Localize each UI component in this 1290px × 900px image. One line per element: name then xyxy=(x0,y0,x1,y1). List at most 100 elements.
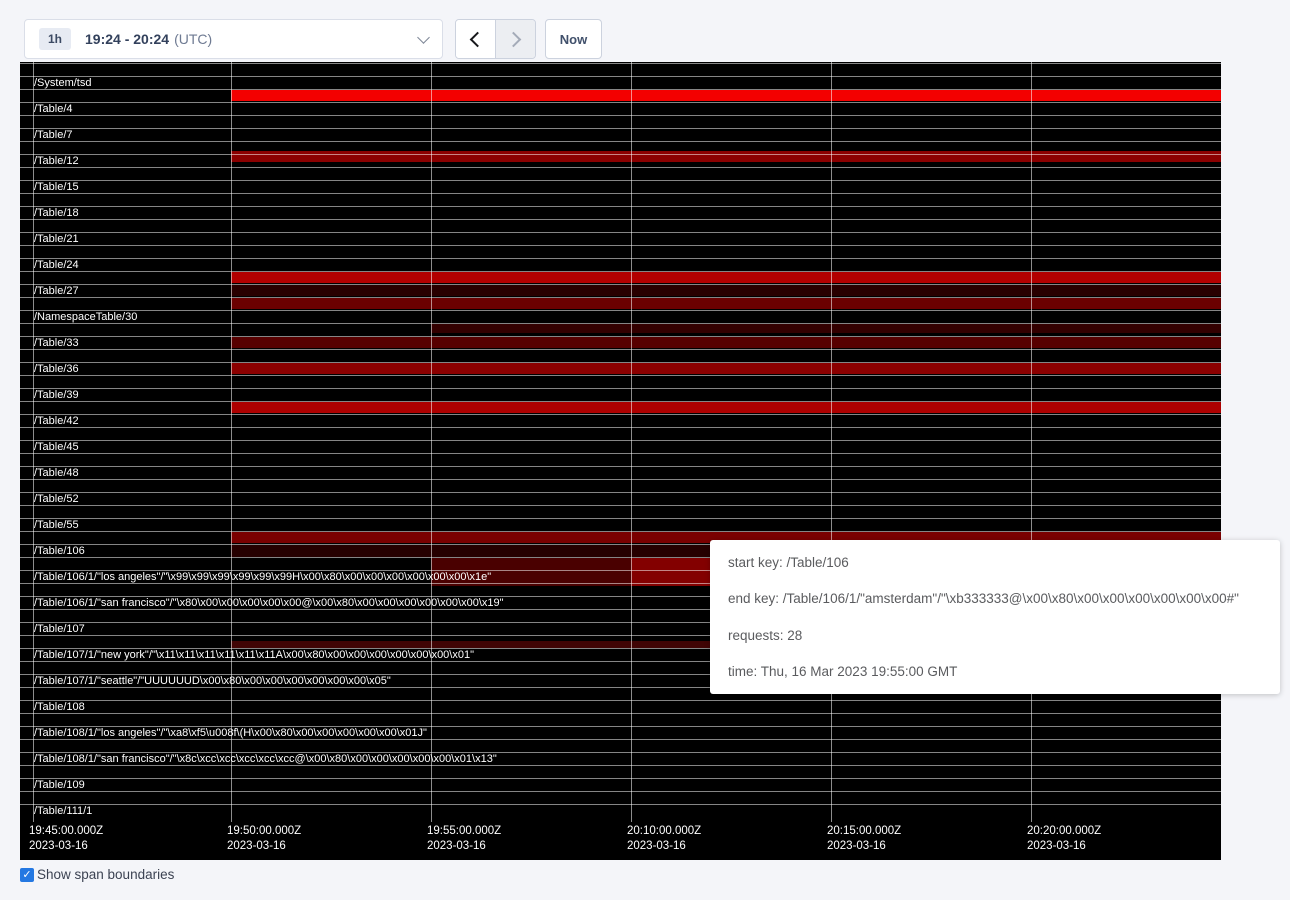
span-boundary-line xyxy=(20,245,1221,246)
axis-tick-label: 20:15:00.000Z2023-03-16 xyxy=(827,824,901,854)
row-label: /Table/27 xyxy=(34,284,79,297)
row-label: /Table/107 xyxy=(34,622,85,635)
tooltip-requests: requests: 28 xyxy=(728,628,1262,643)
heat-band[interactable] xyxy=(431,324,1221,333)
time-range-selector[interactable]: 1h 19:24 - 20:24 (UTC) xyxy=(24,19,443,59)
prev-range-button[interactable] xyxy=(456,20,496,58)
time-gridline xyxy=(431,62,432,822)
row-label: /Table/108/1/"los angeles"/"\xa8\xf5\u00… xyxy=(34,726,427,739)
row-label: /Table/106/1/"san francisco"/"\x80\x00\x… xyxy=(34,596,504,609)
span-boundary-line xyxy=(20,258,1221,259)
span-boundary-line xyxy=(20,128,1221,129)
next-range-button-disabled[interactable] xyxy=(496,20,535,58)
span-boundary-line xyxy=(20,232,1221,233)
axis-tick-label: 20:10:00.000Z2023-03-16 xyxy=(627,824,701,854)
heat-band[interactable] xyxy=(231,363,1221,374)
time-gridline xyxy=(1031,62,1032,822)
chevron-right-icon xyxy=(506,31,522,47)
span-boundary-line xyxy=(20,115,1221,116)
row-label: /Table/45 xyxy=(34,440,79,453)
axis-tick-label: 19:45:00.000Z2023-03-16 xyxy=(29,824,103,854)
span-boundary-line xyxy=(20,492,1221,493)
chevron-left-icon xyxy=(470,31,486,47)
tooltip-time: time: Thu, 16 Mar 2023 19:55:00 GMT xyxy=(728,664,1262,679)
span-boundary-line xyxy=(20,453,1221,454)
span-boundary-line xyxy=(20,89,1221,90)
span-boundary-line xyxy=(20,206,1221,207)
row-label: /Table/33 xyxy=(34,336,79,349)
row-label: /Table/52 xyxy=(34,492,79,505)
span-boundary-line xyxy=(20,349,1221,350)
row-label: /Table/48 xyxy=(34,466,79,479)
row-label: /Table/107/1/"seattle"/"UUUUUUD\x00\x80\… xyxy=(34,674,391,687)
row-label: /Table/111/1 xyxy=(34,804,92,817)
check-icon: ✓ xyxy=(22,869,31,881)
row-label: /Table/42 xyxy=(34,414,79,427)
span-boundary-line xyxy=(20,466,1221,467)
time-gridline xyxy=(631,62,632,822)
row-label: /Table/39 xyxy=(34,388,79,401)
range-label: 19:24 - 20:24 xyxy=(85,31,169,47)
span-boundary-line xyxy=(20,336,1221,337)
span-boundary-line xyxy=(20,271,1221,272)
span-boundary-line xyxy=(20,193,1221,194)
row-label: /Table/106 xyxy=(34,544,85,557)
range-nav-group xyxy=(455,19,536,59)
span-boundary-line xyxy=(20,63,1221,64)
span-boundary-line xyxy=(20,219,1221,220)
heat-band[interactable] xyxy=(231,402,1221,413)
axis-tick-label: 19:55:00.000Z2023-03-16 xyxy=(427,824,501,854)
span-boundary-line xyxy=(20,297,1221,298)
range-duration-badge: 1h xyxy=(39,28,71,50)
row-label: /Table/55 xyxy=(34,518,79,531)
heat-band[interactable] xyxy=(231,90,1221,101)
span-boundary-line xyxy=(20,141,1221,142)
key-visualizer-heatmap[interactable]: /System/tsd/Table/4/Table/7/Table/12/Tab… xyxy=(20,62,1221,860)
now-button[interactable]: Now xyxy=(545,19,602,59)
span-boundary-line xyxy=(20,284,1221,285)
span-boundary-line xyxy=(20,154,1221,155)
row-label: /Table/108 xyxy=(34,700,85,713)
span-boundary-line xyxy=(20,375,1221,376)
span-boundary-line xyxy=(20,765,1221,766)
time-gridline xyxy=(231,62,232,822)
span-boundary-line xyxy=(20,518,1221,519)
row-label: /Table/4 xyxy=(34,102,73,115)
row-label: /Table/7 xyxy=(34,128,73,141)
axis-tick-label: 20:20:00.000Z2023-03-16 xyxy=(1027,824,1101,854)
span-boundary-line xyxy=(20,414,1221,415)
row-label: /Table/12 xyxy=(34,154,79,167)
heat-band[interactable] xyxy=(231,272,1221,283)
row-label: /System/tsd xyxy=(34,76,91,89)
span-boundary-line xyxy=(20,440,1221,441)
heat-band[interactable] xyxy=(231,298,1221,309)
span-boundary-line xyxy=(20,479,1221,480)
span-boundary-line xyxy=(20,102,1221,103)
span-boundary-line xyxy=(20,362,1221,363)
span-boundary-line xyxy=(20,76,1221,77)
hover-tooltip: start key: /Table/106 end key: /Table/10… xyxy=(710,540,1280,694)
heat-band[interactable] xyxy=(231,337,1221,348)
time-gridline xyxy=(831,62,832,822)
tooltip-end-key: end key: /Table/106/1/"amsterdam"/"\xb33… xyxy=(728,591,1262,606)
heat-band[interactable] xyxy=(231,151,1221,162)
show-span-boundaries-row: ✓ Show span boundaries xyxy=(20,867,174,882)
row-label: /Table/21 xyxy=(34,232,79,245)
row-label: /Table/15 xyxy=(34,180,79,193)
span-boundary-line xyxy=(20,401,1221,402)
row-label: /Table/106/1/"los angeles"/"\x99\x99\x99… xyxy=(34,570,491,583)
row-label: /Table/108/1/"san francisco"/"\x8c\xcc\x… xyxy=(34,752,497,765)
tooltip-start-key: start key: /Table/106 xyxy=(728,555,1262,570)
span-boundary-line xyxy=(20,167,1221,168)
row-label: /Table/18 xyxy=(34,206,79,219)
span-boundary-line xyxy=(20,531,1221,532)
span-boundary-line xyxy=(20,791,1221,792)
span-boundary-line xyxy=(20,505,1221,506)
span-boundary-line xyxy=(20,700,1221,701)
heat-band[interactable] xyxy=(231,285,1221,296)
axis-tick-label: 19:50:00.000Z2023-03-16 xyxy=(227,824,301,854)
span-boundary-line xyxy=(20,388,1221,389)
row-label: /Table/107/1/"new york"/"\x11\x11\x11\x1… xyxy=(34,648,474,661)
row-label: /Table/36 xyxy=(34,362,79,375)
show-span-boundaries-checkbox[interactable]: ✓ xyxy=(20,868,34,882)
